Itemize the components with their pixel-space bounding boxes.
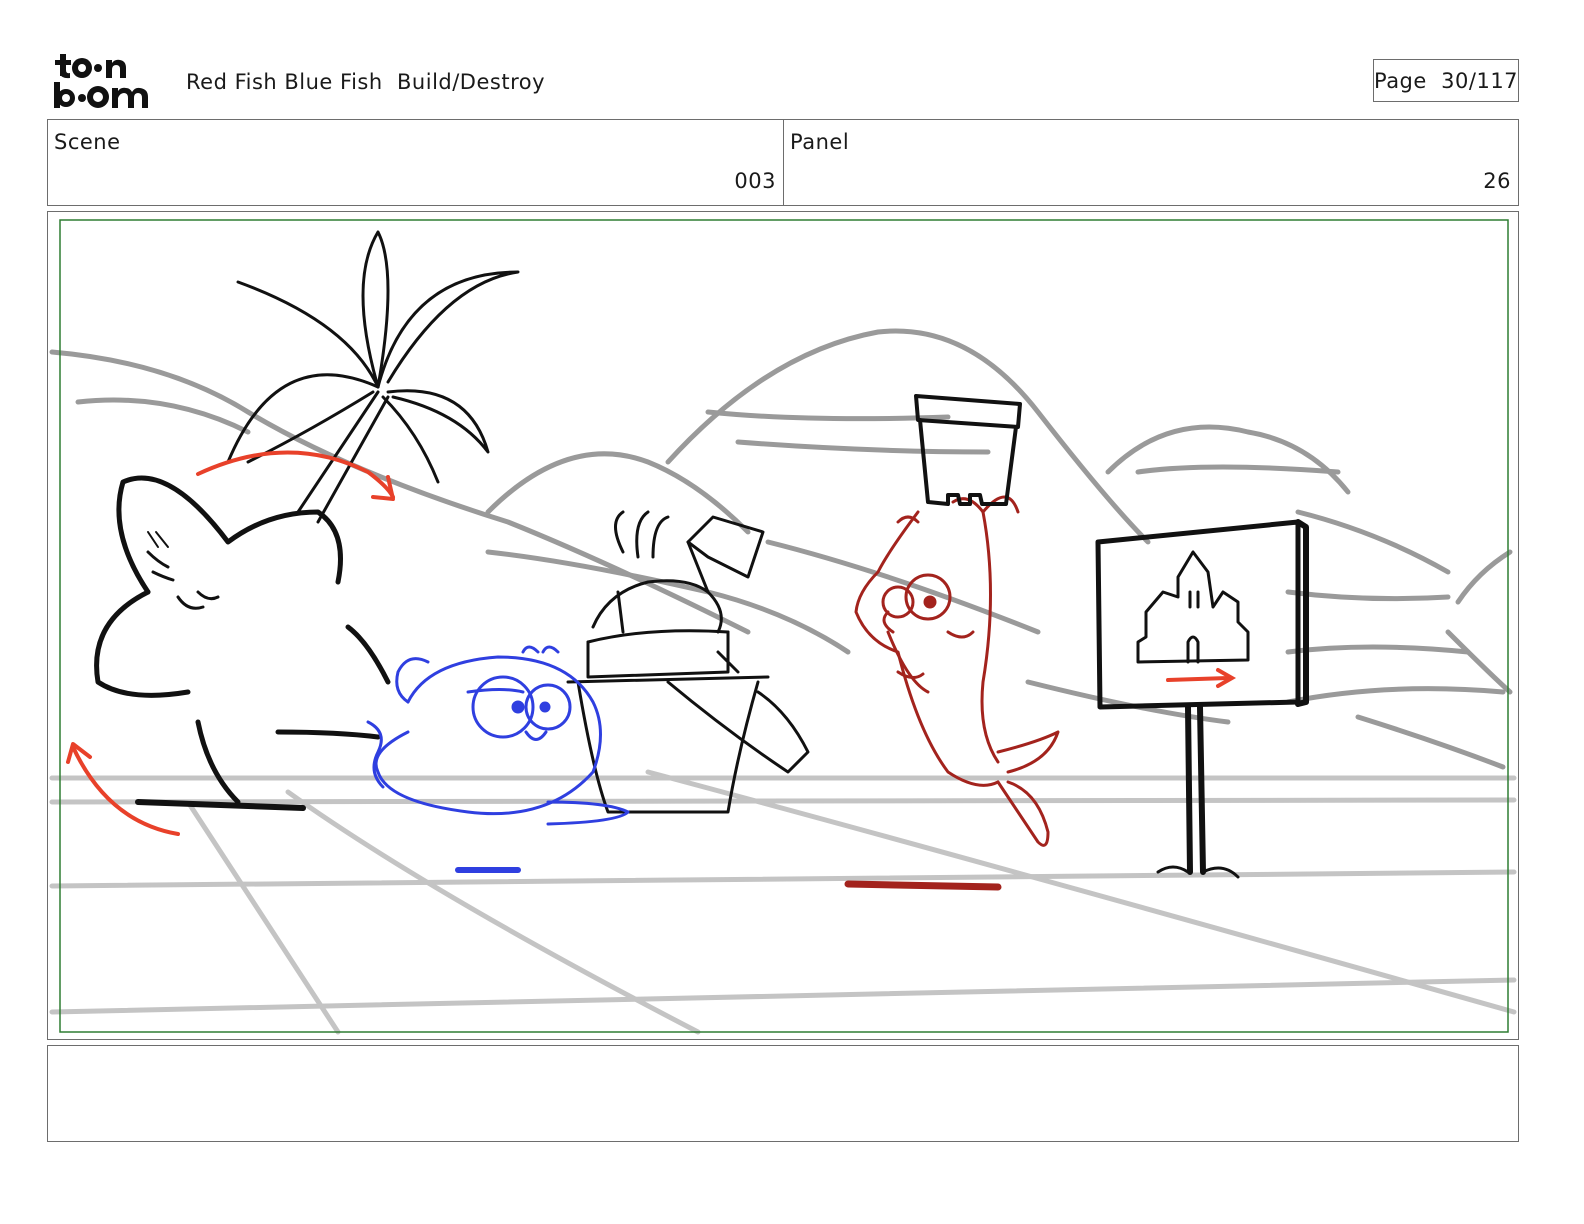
- scene-cell: Scene 003: [48, 120, 784, 205]
- scene-label: Scene: [54, 130, 121, 154]
- logo-icon: [54, 54, 148, 108]
- panel-number: 26: [1483, 169, 1511, 193]
- sand-bucket: [566, 510, 810, 814]
- palm-tree: [226, 230, 520, 524]
- panel-notes-box: [47, 1045, 1519, 1142]
- starfish: [94, 475, 391, 811]
- page-indicator: Page 30/117: [1373, 59, 1519, 102]
- safe-frame-border: [59, 219, 1509, 1033]
- page-label: Page 30/117: [1373, 68, 1519, 93]
- castle-sign: [1095, 519, 1309, 879]
- toon-boom-logo: [52, 52, 164, 110]
- storyboard-title: Red Fish Blue Fish Build/Destroy: [186, 70, 546, 94]
- scene-number: 003: [734, 169, 776, 193]
- panel-label: Panel: [790, 130, 850, 154]
- sign-arrow: [1166, 676, 1230, 682]
- red-fish: [844, 495, 1060, 891]
- storyboard-panel-image: [47, 211, 1519, 1040]
- storyboard-sketch: [49, 219, 1517, 1035]
- panel-cell: Panel 26: [784, 120, 1518, 205]
- scene-panel-table: Scene 003 Panel 26: [47, 119, 1519, 206]
- floor-grid: [49, 769, 1517, 1035]
